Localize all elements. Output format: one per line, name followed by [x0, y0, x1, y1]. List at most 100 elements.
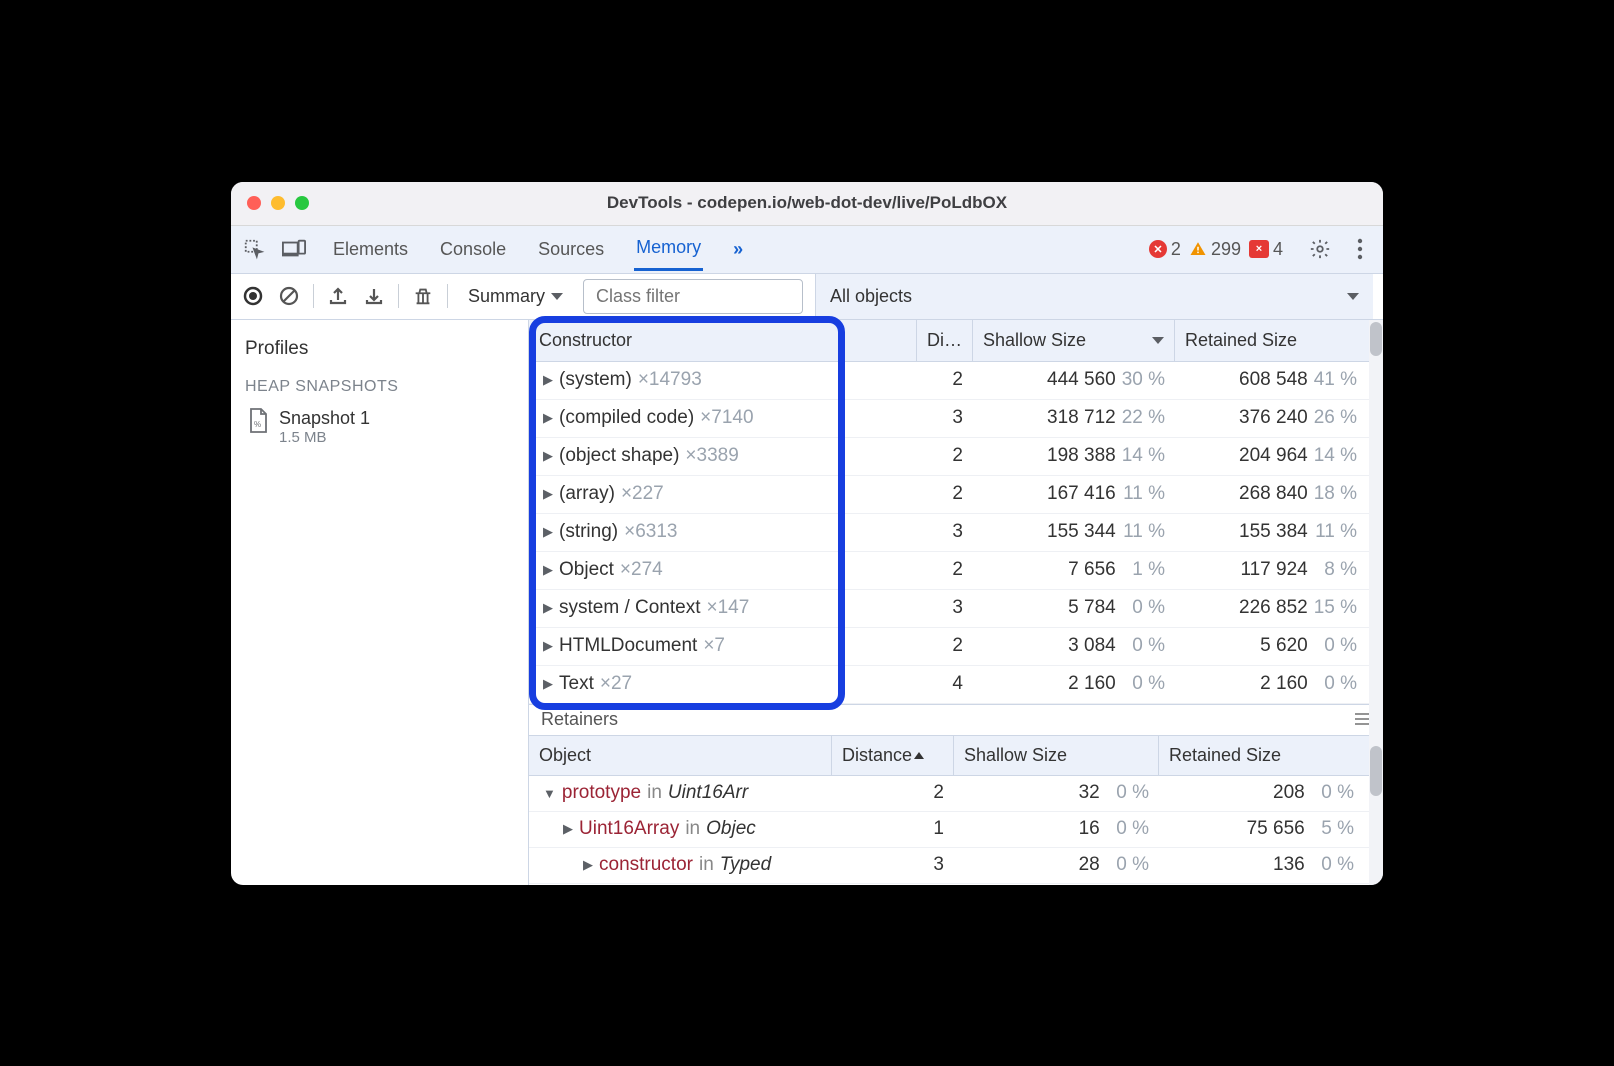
- class-filter-input[interactable]: [583, 279, 803, 314]
- table-row[interactable]: ▶(object shape) ×33892198 388 14 %204 96…: [529, 438, 1383, 476]
- constructor-name: (compiled code): [559, 407, 694, 429]
- issues-counter[interactable]: × 4: [1249, 239, 1283, 260]
- tabs-overflow-button[interactable]: »: [731, 229, 745, 270]
- close-window-button[interactable]: [247, 196, 261, 210]
- object-scope-select[interactable]: All objects: [815, 274, 1373, 319]
- panel-tabs: Elements Console Sources Memory »: [331, 227, 745, 271]
- constructor-name: (object shape): [559, 445, 679, 467]
- table-row[interactable]: ▶HTMLDocument ×723 084 0 %5 620 0 %: [529, 628, 1383, 666]
- instance-count: ×14793: [638, 369, 702, 391]
- load-profile-icon[interactable]: [326, 284, 350, 308]
- scroll-thumb-ret[interactable]: [1370, 746, 1382, 796]
- in-keyword: in: [699, 854, 714, 876]
- table-row[interactable]: ▶(string) ×63133155 344 11 %155 384 11 %: [529, 514, 1383, 552]
- retainer-row[interactable]: ▶constructor in Typed328 0 %136 0 %: [529, 848, 1383, 884]
- property-name: constructor: [599, 854, 693, 876]
- instance-count: ×27: [600, 673, 632, 695]
- panel-tabbar: Elements Console Sources Memory » ✕2 299…: [231, 226, 1383, 274]
- col-object[interactable]: Object: [529, 736, 832, 775]
- retainer-row[interactable]: ▶Uint16Array in Objec116 0 %75 656 5 %: [529, 812, 1383, 848]
- profiles-sidebar: Profiles HEAP SNAPSHOTS % Snapshot 1 1.5…: [231, 320, 529, 885]
- snapshot-item[interactable]: % Snapshot 1 1.5 MB: [245, 404, 524, 450]
- expand-icon[interactable]: ▶: [543, 562, 553, 578]
- retained-size-value: 155 384 11 %: [1175, 521, 1367, 543]
- table-row[interactable]: ▶(compiled code) ×71403318 712 22 %376 2…: [529, 400, 1383, 438]
- col-shallow-size[interactable]: Shallow Size: [973, 320, 1175, 361]
- retained-size-value: 204 964 14 %: [1175, 445, 1367, 467]
- constructor-name: Object: [559, 559, 614, 581]
- expand-icon[interactable]: ▶: [543, 448, 553, 464]
- expand-icon[interactable]: ▶: [543, 486, 553, 502]
- shallow-size-value: 7 656 1 %: [973, 559, 1175, 581]
- object-scope-label: All objects: [830, 286, 912, 307]
- retainers-bar: Retainers: [529, 704, 1383, 736]
- tab-console[interactable]: Console: [438, 229, 508, 270]
- more-options-icon[interactable]: [1347, 236, 1373, 262]
- instance-count: ×7: [703, 635, 725, 657]
- expand-icon[interactable]: ▶: [543, 676, 553, 692]
- perspective-select[interactable]: Summary: [460, 282, 571, 311]
- minimize-window-button[interactable]: [271, 196, 285, 210]
- table-row[interactable]: ▶(system) ×147932444 560 30 %608 548 41 …: [529, 362, 1383, 400]
- record-icon[interactable]: [241, 284, 265, 308]
- expand-icon[interactable]: ▶: [543, 600, 553, 616]
- memory-panel-body: Profiles HEAP SNAPSHOTS % Snapshot 1 1.5…: [231, 320, 1383, 885]
- window-title: DevTools - codepen.io/web-dot-dev/live/P…: [231, 193, 1383, 213]
- expand-icon[interactable]: ▶: [543, 372, 553, 388]
- col-retained-size[interactable]: Retained Size: [1175, 320, 1367, 361]
- maximize-window-button[interactable]: [295, 196, 309, 210]
- distance-value: 2: [917, 483, 973, 505]
- settings-icon[interactable]: [1307, 236, 1333, 262]
- expand-icon[interactable]: ▶: [543, 638, 553, 654]
- expand-icon[interactable]: ▶: [543, 524, 553, 540]
- col-distance[interactable]: Di…: [917, 320, 973, 361]
- col-shallow-ret[interactable]: Shallow Size: [954, 736, 1159, 775]
- expand-icon[interactable]: ▶: [563, 821, 573, 837]
- distance-value: 2: [917, 559, 973, 581]
- tab-sources[interactable]: Sources: [536, 229, 606, 270]
- inspect-element-icon[interactable]: [241, 236, 267, 262]
- constructor-name: HTMLDocument: [559, 635, 697, 657]
- constructor-table-header: Constructor Di… Shallow Size Retained Si…: [529, 320, 1383, 362]
- device-toolbar-icon[interactable]: [281, 236, 307, 262]
- instance-count: ×274: [620, 559, 663, 581]
- tab-elements[interactable]: Elements: [331, 229, 410, 270]
- table-row[interactable]: ▶system / Context ×14735 784 0 %226 852 …: [529, 590, 1383, 628]
- retainer-row[interactable]: ▼prototype in Uint16Arr232 0 %208 0 %: [529, 776, 1383, 812]
- tab-memory[interactable]: Memory: [634, 227, 703, 271]
- collect-garbage-icon[interactable]: [411, 284, 435, 308]
- constructor-name: (array): [559, 483, 615, 505]
- save-profile-icon[interactable]: [362, 284, 386, 308]
- retainers-title: Retainers: [541, 709, 618, 730]
- distance-value: 2: [832, 782, 954, 804]
- scroll-thumb-top[interactable]: [1370, 322, 1382, 356]
- distance-value: 2: [917, 369, 973, 391]
- memory-toolbar: Summary All objects: [231, 274, 1383, 320]
- table-row[interactable]: ▶(array) ×2272167 416 11 %268 840 18 %: [529, 476, 1383, 514]
- clear-icon[interactable]: [277, 284, 301, 308]
- col-distance-ret[interactable]: Distance: [832, 736, 954, 775]
- error-counter[interactable]: ✕2: [1149, 239, 1181, 260]
- col-retained-ret[interactable]: Retained Size: [1159, 736, 1364, 775]
- profiles-heading: Profiles: [245, 338, 524, 360]
- table-row[interactable]: ▶Text ×2742 160 0 %2 160 0 %: [529, 666, 1383, 704]
- issue-counters: ✕2 299 × 4: [1149, 239, 1283, 260]
- retained-size-value: 5 620 0 %: [1175, 635, 1367, 657]
- chevron-down-icon: [1347, 293, 1359, 300]
- titlebar: DevTools - codepen.io/web-dot-dev/live/P…: [231, 182, 1383, 226]
- expand-icon[interactable]: ▼: [543, 786, 556, 801]
- constructor-rows: ▶(system) ×147932444 560 30 %608 548 41 …: [529, 362, 1383, 704]
- warning-counter[interactable]: 299: [1189, 239, 1241, 260]
- sort-asc-icon: [914, 752, 924, 759]
- shallow-size-value: 155 344 11 %: [973, 521, 1175, 543]
- expand-icon[interactable]: ▶: [543, 410, 553, 426]
- table-row[interactable]: ▶ Object ×274 27 656 1 %117 924 8 %: [529, 552, 1383, 590]
- main-scrollbar[interactable]: [1369, 320, 1383, 885]
- retained-size-value: 117 924 8 %: [1175, 559, 1367, 581]
- expand-icon[interactable]: ▶: [583, 857, 593, 873]
- chevron-down-icon: [551, 293, 563, 300]
- shallow-size-value: 318 712 22 %: [973, 407, 1175, 429]
- devtools-window: DevTools - codepen.io/web-dot-dev/live/P…: [231, 182, 1383, 885]
- holder-class: Uint16Arr: [668, 782, 748, 804]
- col-constructor[interactable]: Constructor: [529, 320, 917, 361]
